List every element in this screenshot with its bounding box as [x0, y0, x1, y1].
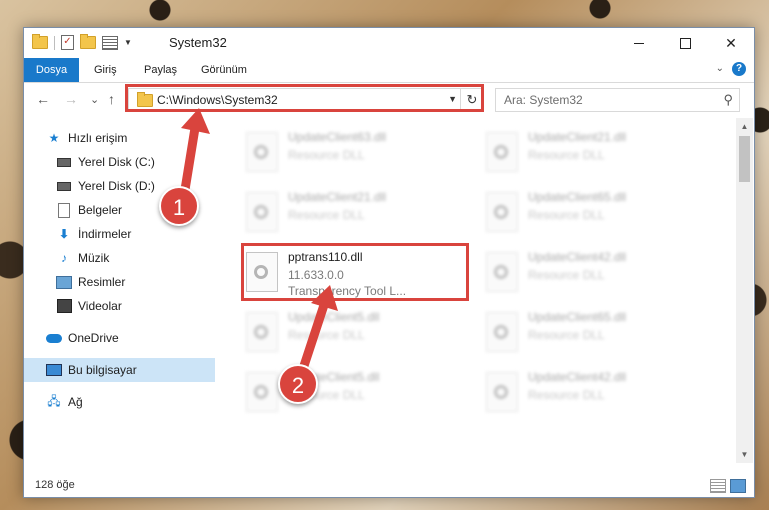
arrow-2 — [295, 285, 338, 383]
step-2-badge: 2 — [278, 364, 318, 404]
annotation-arrows — [178, 108, 338, 383]
step-1-badge: 1 — [159, 186, 199, 226]
